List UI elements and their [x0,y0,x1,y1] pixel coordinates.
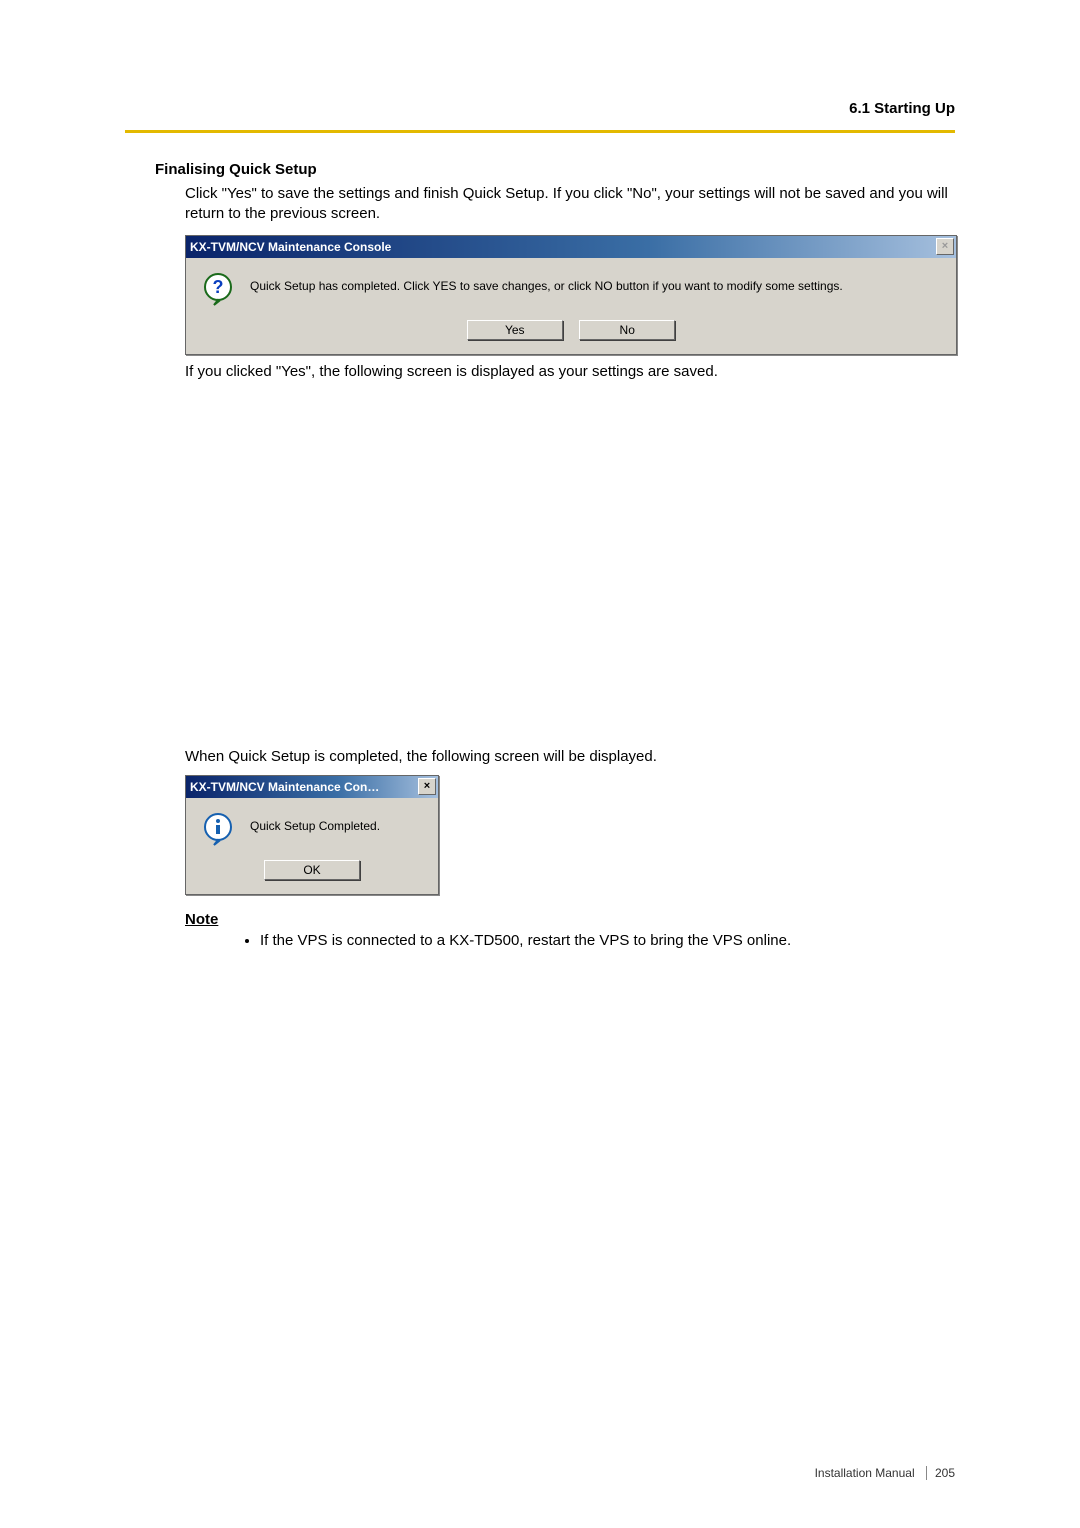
close-icon[interactable]: × [936,238,954,255]
after-text-2: When Quick Setup is completed, the follo… [185,748,955,765]
ok-button[interactable]: OK [264,860,360,880]
dialog-message: Quick Setup Completed. [250,812,380,835]
question-icon: ? [202,272,236,306]
dialog-title: KX-TVM/NCV Maintenance Console [190,240,391,254]
dialog-message: Quick Setup has completed. Click YES to … [250,272,843,295]
note-list: If the VPS is connected to a KX-TD500, r… [220,932,955,949]
page-footer: Installation Manual 205 [815,1466,955,1480]
dialog-titlebar: KX-TVM/NCV Maintenance Console × [186,236,956,258]
dialog-titlebar: KX-TVM/NCV Maintenance Con… × [186,776,438,798]
note-item: If the VPS is connected to a KX-TD500, r… [260,932,955,949]
svg-text:?: ? [213,277,224,297]
no-button[interactable]: No [579,320,675,340]
dialog-title: KX-TVM/NCV Maintenance Con… [190,780,379,794]
footer-doc: Installation Manual [815,1466,915,1480]
info-icon [202,812,236,846]
yes-button[interactable]: Yes [467,320,563,340]
header-rule [125,130,955,133]
subsection-heading: Finalising Quick Setup [155,161,955,178]
confirm-dialog: KX-TVM/NCV Maintenance Console × ? Quick… [185,235,957,355]
after-text-1: If you clicked "Yes", the following scre… [185,363,955,380]
footer-page: 205 [935,1466,955,1480]
close-icon[interactable]: × [418,778,436,795]
intro-text: Click "Yes" to save the settings and fin… [185,184,955,225]
section-header: 6.1 Starting Up [125,100,955,117]
note-heading: Note [185,911,955,928]
completed-dialog: KX-TVM/NCV Maintenance Con… × Quick Setu… [185,775,439,895]
progress-screenshot-placeholder [125,380,955,740]
